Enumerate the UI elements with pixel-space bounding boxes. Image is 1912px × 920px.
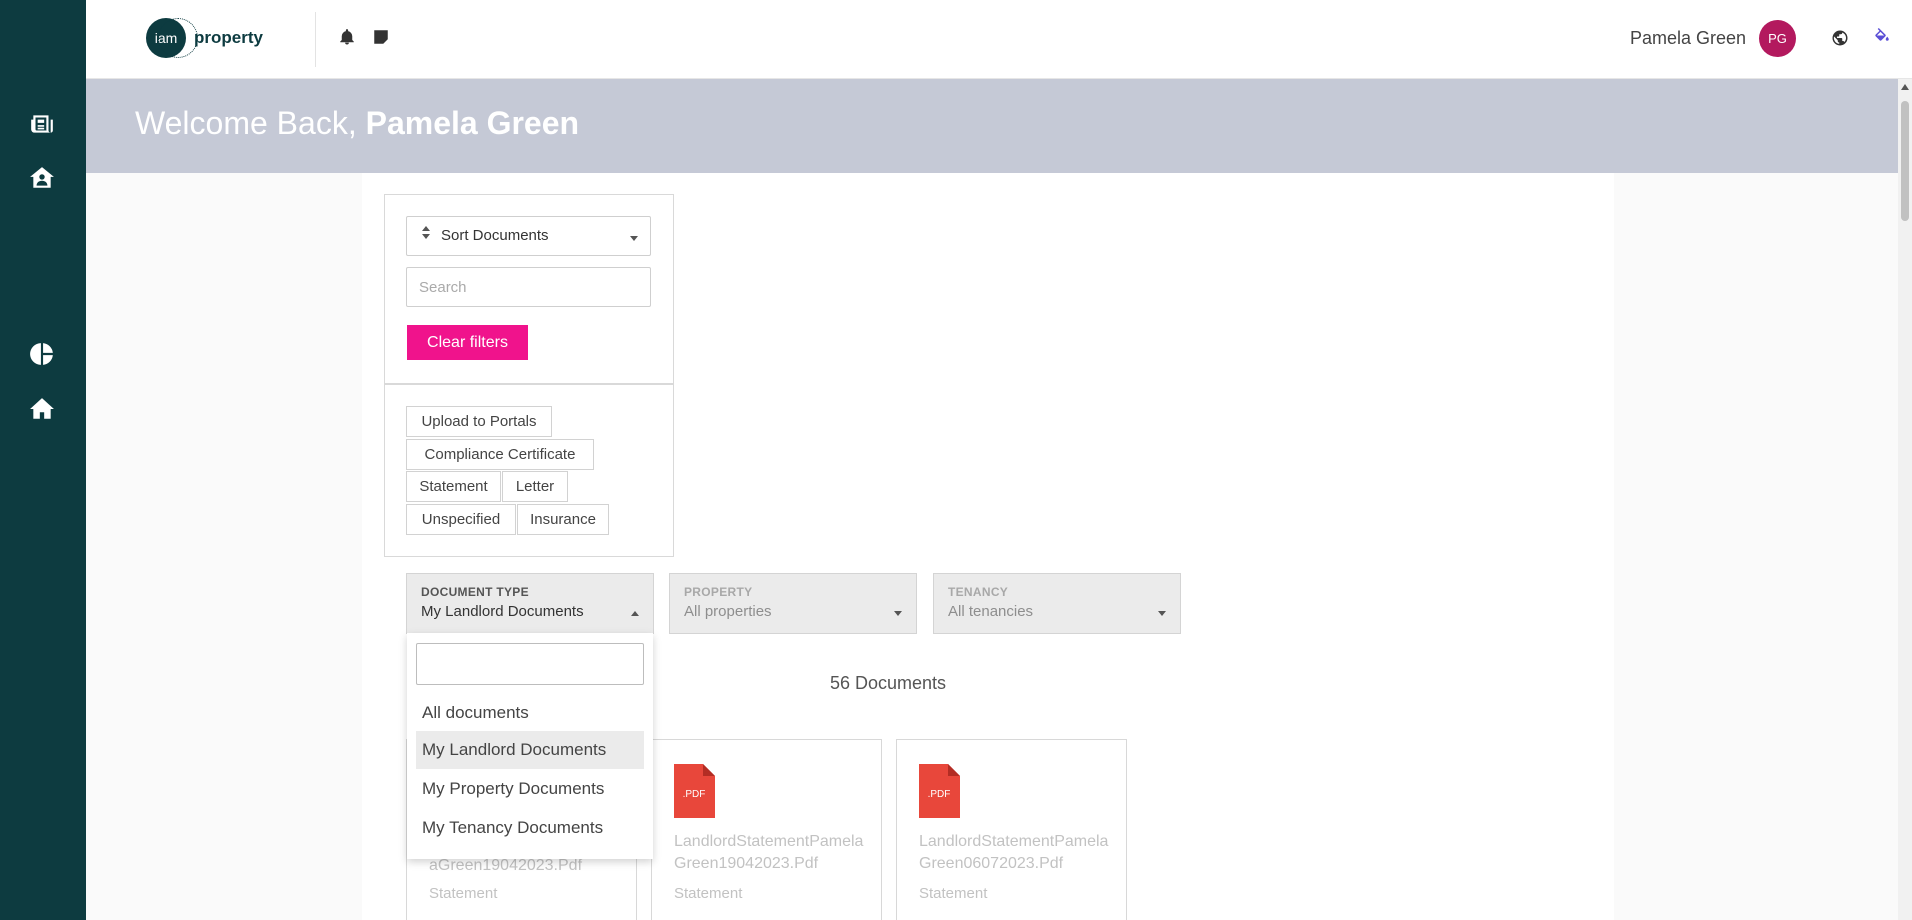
chevron-up-icon — [631, 611, 639, 616]
menu-option-landlord-documents[interactable]: My Landlord Documents — [416, 731, 644, 769]
tenancy-label: TENANCY — [948, 585, 1009, 599]
home-icon[interactable] — [27, 394, 57, 424]
sticky-note-icon[interactable] — [371, 26, 391, 48]
document-type-select[interactable]: DOCUMENT TYPE My Landlord Documents — [406, 573, 654, 634]
document-type-menu: All documents My Landlord Documents My P… — [407, 633, 653, 859]
welcome-user-name: Pamela Green — [365, 105, 580, 141]
newspaper-icon[interactable] — [27, 109, 57, 139]
document-type-label: DOCUMENT TYPE — [421, 585, 529, 599]
globe-icon[interactable] — [1830, 27, 1850, 49]
document-type: Statement — [919, 885, 988, 902]
pdf-file-icon: .PDF — [919, 764, 960, 818]
menu-option-property-documents[interactable]: My Property Documents — [416, 770, 644, 808]
property-label: PROPERTY — [684, 585, 753, 599]
header-divider — [315, 12, 316, 67]
tag-insurance[interactable]: Insurance — [517, 504, 609, 535]
document-title: LandlordStatementPamelaGreen19042023.Pdf — [674, 833, 864, 872]
document-type: Statement — [429, 885, 498, 902]
pie-chart-icon[interactable] — [27, 339, 57, 369]
sort-icon — [421, 226, 431, 244]
chevron-down-icon — [630, 236, 638, 241]
avatar[interactable]: PG — [1759, 20, 1796, 57]
document-card[interactable]: .PDF LandlordStatementPamelaGreen0607202… — [896, 739, 1127, 920]
welcome-greeting: Welcome Back, — [135, 105, 366, 141]
tag-compliance-certificate[interactable]: Compliance Certificate — [406, 439, 594, 470]
tenancy-value: All tenancies — [948, 603, 1034, 620]
page-scrollbar[interactable] — [1898, 79, 1912, 920]
document-type-value: My Landlord Documents — [421, 603, 584, 620]
tag-statement[interactable]: Statement — [406, 471, 501, 502]
welcome-banner: Welcome Back, Pamela Green — [86, 79, 1898, 173]
logo-text: property — [194, 28, 263, 47]
property-value: All properties — [684, 603, 772, 620]
filter-divider — [384, 383, 674, 385]
chevron-down-icon — [894, 611, 902, 616]
document-count: 56 Documents — [830, 673, 947, 693]
scroll-up-icon[interactable] — [1901, 84, 1909, 90]
pdf-badge-label: .PDF — [683, 789, 706, 800]
top-header: iam property Pamela Green PG — [86, 0, 1912, 79]
document-type: Statement — [674, 885, 743, 902]
tag-upload-to-portals[interactable]: Upload to Portals — [406, 406, 552, 437]
chevron-down-icon — [1158, 611, 1166, 616]
user-name[interactable]: Pamela Green — [1630, 28, 1746, 49]
document-title: LandlordStatementPamelaGreen06072023.Pdf — [919, 833, 1109, 872]
logo-ring — [158, 18, 198, 58]
clear-filters-button[interactable]: Clear filters — [407, 325, 528, 360]
pdf-badge-label: .PDF — [928, 789, 951, 800]
menu-option-all-documents[interactable]: All documents — [416, 694, 644, 732]
logo[interactable]: iam property — [146, 16, 263, 60]
sort-documents-select[interactable]: Sort Documents — [406, 216, 651, 256]
property-select[interactable]: PROPERTY All properties — [669, 573, 917, 634]
bell-icon[interactable] — [337, 26, 357, 48]
sidebar — [0, 0, 86, 920]
tenancy-select[interactable]: TENANCY All tenancies — [933, 573, 1181, 634]
scroll-thumb[interactable] — [1901, 101, 1909, 221]
search-input[interactable] — [406, 267, 651, 307]
menu-search-input[interactable] — [416, 643, 644, 685]
paint-bucket-icon[interactable] — [1872, 26, 1892, 48]
user-home-icon[interactable] — [27, 163, 57, 193]
tag-unspecified[interactable]: Unspecified — [406, 504, 516, 535]
welcome-heading: Welcome Back, Pamela Green — [135, 105, 579, 142]
pdf-file-icon: .PDF — [674, 764, 715, 818]
tag-letter[interactable]: Letter — [502, 471, 568, 502]
menu-option-tenancy-documents[interactable]: My Tenancy Documents — [416, 809, 644, 847]
sort-label: Sort Documents — [441, 227, 549, 244]
document-card[interactable]: .PDF LandlordStatementPamelaGreen1904202… — [651, 739, 882, 920]
